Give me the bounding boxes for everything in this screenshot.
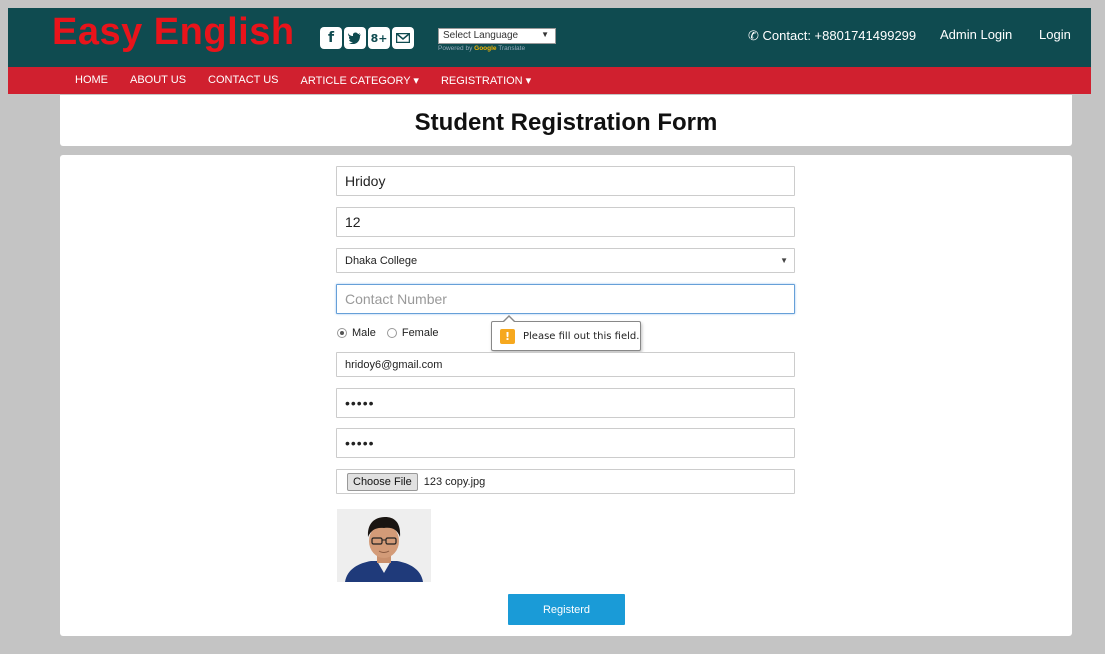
google-plus-icon[interactable]: 8+: [368, 27, 390, 49]
gender-male-radio[interactable]: [337, 328, 347, 338]
password-field[interactable]: •••••: [336, 388, 795, 418]
dropdown-arrow-icon: ▼: [541, 30, 549, 39]
nav-home[interactable]: HOME: [75, 74, 108, 87]
social-icons: f 8+: [320, 27, 414, 49]
roll-field[interactable]: 12: [336, 207, 795, 237]
gender-radio-group: Male Female: [337, 327, 439, 339]
contact-info: ✆ Contact: +8801741499299: [748, 28, 917, 43]
brand-logo[interactable]: Easy English: [52, 11, 295, 54]
top-header: Easy English f 8+ Select Language ▼ Powe…: [8, 8, 1091, 67]
validation-tooltip: ! Please fill out this field.: [491, 315, 641, 351]
page-title: Student Registration Form: [414, 109, 718, 136]
dropdown-arrow-icon: ▼: [780, 256, 788, 265]
nav-contact-us[interactable]: CONTACT US: [208, 74, 279, 87]
gender-female-radio[interactable]: [386, 328, 397, 338]
phone-icon: ✆: [748, 28, 759, 43]
powered-by-google: Powered by Google Translate: [438, 45, 526, 52]
college-select[interactable]: Dhaka College ▼: [336, 248, 795, 273]
nav-article-category[interactable]: ARTICLE CATEGORY ▾: [301, 74, 419, 87]
choose-file-button[interactable]: Choose File: [347, 472, 418, 491]
admin-login-link[interactable]: Admin Login: [940, 27, 1012, 42]
login-link[interactable]: Login: [1039, 27, 1071, 42]
profile-photo-preview: [337, 509, 431, 582]
gender-female-label: Female: [401, 327, 439, 339]
email-field[interactable]: hridoy6@gmail.com: [336, 352, 795, 377]
twitter-icon[interactable]: [344, 27, 366, 49]
gender-male-label: Male: [352, 327, 376, 339]
title-panel: Student Registration Form: [60, 95, 1072, 146]
language-dropdown[interactable]: Select Language ▼: [438, 28, 556, 44]
register-button[interactable]: Registerd: [508, 594, 625, 625]
contact-number-field[interactable]: Contact Number: [336, 284, 795, 314]
name-field[interactable]: Hridoy: [336, 166, 795, 196]
facebook-icon[interactable]: f: [320, 27, 342, 49]
email-icon[interactable]: [392, 27, 414, 49]
file-input[interactable]: Choose File 123 copy.jpg: [336, 469, 795, 494]
language-selector[interactable]: Select Language ▼ Powered by Google Tran…: [438, 28, 556, 52]
confirm-password-field[interactable]: •••••: [336, 428, 795, 458]
warning-icon: !: [500, 328, 515, 344]
nav-registration[interactable]: REGISTRATION ▾: [441, 74, 531, 87]
main-nav: HOME ABOUT US CONTACT US ARTICLE CATEGOR…: [8, 67, 1091, 94]
nav-about-us[interactable]: ABOUT US: [130, 74, 186, 87]
file-name-label: 123 copy.jpg: [423, 475, 486, 488]
